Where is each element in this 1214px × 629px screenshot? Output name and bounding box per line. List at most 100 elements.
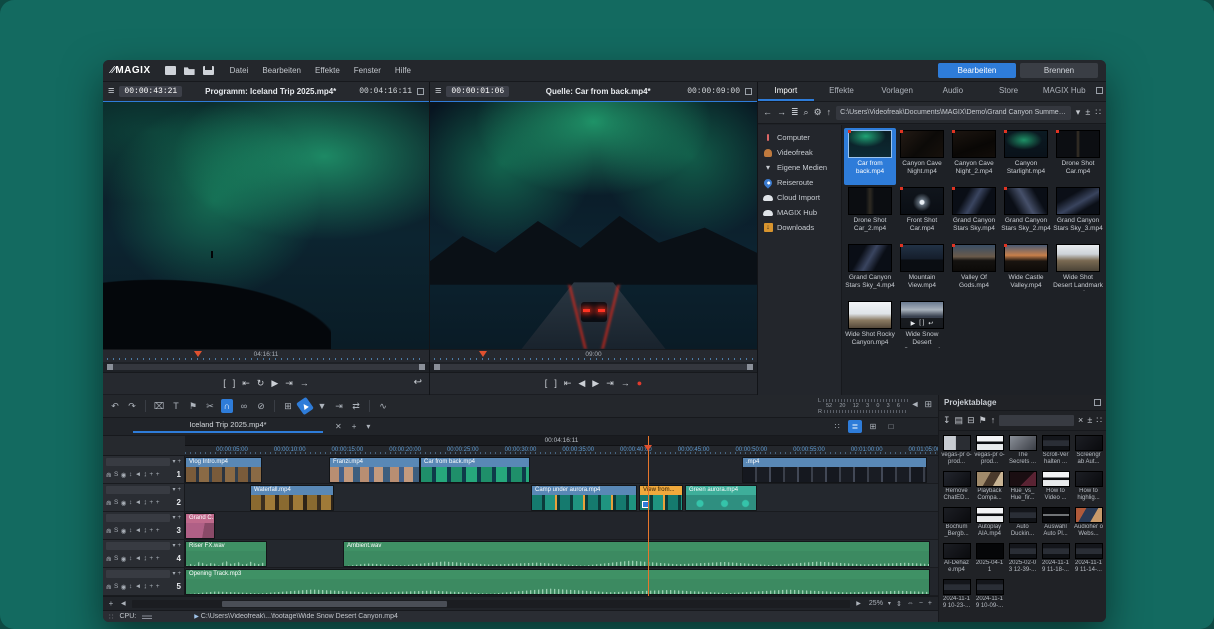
transition-icon[interactable]: ↕ bbox=[129, 527, 132, 534]
timeline-range-bar[interactable]: 00:04:16:11 bbox=[185, 436, 938, 446]
tab-effekte[interactable]: Effekte bbox=[814, 82, 870, 101]
set-marker-icon[interactable]: ⚑ bbox=[187, 399, 199, 413]
source-menu-icon[interactable]: ≡ bbox=[435, 86, 441, 97]
solo-icon[interactable]: S bbox=[114, 555, 118, 562]
title-editor-icon[interactable]: T bbox=[170, 399, 182, 413]
add-track-button[interactable]: + bbox=[103, 599, 119, 608]
visibility-icon[interactable]: ◉ bbox=[121, 583, 127, 591]
sidebar-item-eigene-medien[interactable]: ▾Eigene Medien bbox=[758, 160, 841, 175]
jump-start-icon[interactable]: ⇤ bbox=[564, 379, 572, 388]
tab-import[interactable]: Import bbox=[758, 82, 814, 101]
media-file[interactable]: Canyon Cave Night.mp4 bbox=[896, 128, 948, 185]
lock-icon[interactable]: ⋒ bbox=[106, 471, 111, 479]
track-add-icon[interactable]: + bbox=[177, 543, 181, 549]
sidebar-item-reiseroute[interactable]: Reiseroute bbox=[758, 175, 841, 190]
mute-icon[interactable]: ◄ bbox=[135, 499, 141, 506]
panel-detach-icon[interactable] bbox=[1096, 87, 1103, 94]
frame-forward-icon[interactable]: ⇥ bbox=[285, 379, 293, 388]
track-content[interactable]: Grand C... bbox=[185, 512, 938, 539]
folder-up-icon[interactable]: ↑ bbox=[827, 108, 832, 117]
timeline-clip[interactable]: Camp under aurora.mp4 bbox=[531, 485, 637, 511]
track-name-field[interactable] bbox=[106, 570, 170, 578]
sidebar-item-downloads[interactable]: ↓Downloads bbox=[758, 220, 841, 235]
track-header[interactable]: ▾+⋒S◉↕◄↨++3 bbox=[103, 512, 185, 539]
object-grabber-icon[interactable]: ⊞ bbox=[282, 399, 294, 413]
bin-item[interactable]: How to highlig... bbox=[1072, 469, 1105, 505]
track-header[interactable]: ▾+⋒S◉↕◄↨++4 bbox=[103, 540, 185, 567]
bin-item[interactable]: 2025-04-1 1 bbox=[973, 541, 1006, 577]
sidebar-item-magix-hub[interactable]: MAGIX Hub bbox=[758, 205, 841, 220]
scroll-left-icon[interactable]: ◀ bbox=[119, 600, 128, 607]
timeline-hscrollbar[interactable] bbox=[132, 600, 851, 608]
media-file[interactable]: Canyon Cave Night_2.mp4 bbox=[948, 128, 1000, 185]
track-add-icon[interactable]: + bbox=[177, 571, 181, 577]
visibility-icon[interactable]: ◉ bbox=[121, 555, 127, 563]
fx-icon[interactable]: + bbox=[156, 555, 160, 562]
loop-playback-icon[interactable]: ↻ bbox=[257, 379, 265, 388]
media-file[interactable]: Wide Shot Desert Landmark .mp4 bbox=[1052, 242, 1104, 299]
jump-end-icon[interactable]: → bbox=[621, 379, 630, 388]
group-icon[interactable]: ∞ bbox=[238, 399, 250, 413]
open-folder-icon[interactable]: ▤ bbox=[955, 416, 964, 425]
range-in-icon[interactable]: [ bbox=[545, 379, 548, 388]
mute-icon[interactable]: ◄ bbox=[135, 471, 141, 478]
fx-icon[interactable]: + bbox=[156, 471, 160, 478]
media-file[interactable]: Wide Shot Rocky Canyon.mp4 bbox=[844, 299, 896, 356]
track-content[interactable]: Waterfall.mp4Camp under aurora.mp4View f… bbox=[185, 484, 938, 511]
zoom-in-icon[interactable]: + bbox=[928, 600, 932, 608]
timeline-clip[interactable]: Waterfall.mp4 bbox=[250, 485, 334, 511]
keyframe-icon[interactable]: + bbox=[149, 527, 153, 534]
transition-icon[interactable]: ↕ bbox=[129, 499, 132, 506]
frame-forward-icon[interactable]: ⇥ bbox=[606, 379, 614, 388]
keyframe-icon[interactable]: + bbox=[149, 555, 153, 562]
bin-item[interactable]: Remove ChatED... bbox=[940, 469, 973, 505]
media-file[interactable]: Grand Canyon Stars Sky.mp4 bbox=[948, 185, 1000, 242]
bin-item[interactable]: 2024-11-1 9 11-18-... bbox=[1039, 541, 1072, 577]
snap-icon[interactable]: ∩ bbox=[221, 399, 233, 413]
range-out-icon[interactable]: ] bbox=[233, 379, 236, 388]
keyframe-icon[interactable]: + bbox=[149, 499, 153, 506]
import-icon[interactable]: ± bbox=[1087, 416, 1092, 425]
height-icon[interactable]: ↨ bbox=[144, 583, 147, 590]
bin-item[interactable]: vegas-pr o-prod... bbox=[973, 433, 1006, 469]
track-name-field[interactable] bbox=[106, 542, 170, 550]
fit-horizontal-icon[interactable]: ⇔ bbox=[907, 600, 914, 608]
bin-item[interactable]: How to Video ... bbox=[1039, 469, 1072, 505]
track-dropdown-icon[interactable]: ▾ bbox=[172, 459, 175, 465]
menu-fenster[interactable]: Fenster bbox=[354, 66, 381, 75]
mixer-icon[interactable]: ⊞ bbox=[924, 399, 932, 410]
media-file[interactable]: ▶[ ]↩Wide Snow Desert Canyon.mp4 bbox=[896, 299, 948, 356]
undo-icon[interactable]: ↶ bbox=[109, 399, 121, 413]
play-icon[interactable]: ▶ bbox=[271, 379, 278, 388]
zoom-out-icon[interactable]: − bbox=[919, 600, 923, 608]
jump-start-icon[interactable]: ⇤ bbox=[242, 379, 250, 388]
bin-item[interactable]: 2024-11-1 9 11-14-... bbox=[1072, 541, 1105, 577]
import-media-icon[interactable]: ± bbox=[1085, 108, 1090, 117]
bin-item[interactable]: Scroll-Ver halten ... bbox=[1039, 433, 1072, 469]
preview-control-icon[interactable]: ↩ bbox=[928, 320, 933, 327]
height-icon[interactable]: ↨ bbox=[144, 499, 147, 506]
bin-item[interactable]: Auto Duckin... bbox=[1006, 505, 1039, 541]
sidebar-item-videofreak[interactable]: Videofreak bbox=[758, 145, 841, 160]
play-icon[interactable]: ▶ bbox=[592, 379, 599, 388]
bin-item[interactable]: Auswahl Auto Pl... bbox=[1039, 505, 1072, 541]
mute-icon[interactable]: ◄ bbox=[135, 583, 141, 590]
zoom-level[interactable]: 25% bbox=[869, 600, 883, 607]
transition-icon[interactable]: ↕ bbox=[129, 471, 132, 478]
program-ruler[interactable]: 04:16:11 bbox=[103, 349, 429, 362]
media-file[interactable]: Grand Canyon Stars Sky_4.mp4 bbox=[844, 242, 896, 299]
timeline-clip[interactable]: Vlog Intro.mp4 bbox=[185, 457, 262, 483]
lock-icon[interactable]: ⋒ bbox=[106, 499, 111, 507]
close-tab-icon[interactable]: ✕ bbox=[335, 422, 342, 431]
transition-icon[interactable]: ↕ bbox=[129, 555, 132, 562]
mouse-mode-icon[interactable]: ▲ bbox=[296, 397, 314, 415]
fx-icon[interactable]: + bbox=[156, 583, 160, 590]
keyframe-icon[interactable]: + bbox=[149, 471, 153, 478]
track-dropdown-icon[interactable]: ▾ bbox=[172, 515, 175, 521]
nav-forward-icon[interactable]: → bbox=[777, 108, 786, 117]
timeline-clip[interactable]: Green aurora.mp4 bbox=[685, 485, 757, 511]
frame-back-icon[interactable]: ◀ bbox=[578, 379, 585, 388]
bin-item[interactable]: 2024-11-1 9 10-09-... bbox=[973, 577, 1006, 613]
track-content[interactable]: Vlog Intro.mp4Franzi.mp4Car from back.mp… bbox=[185, 456, 938, 483]
clear-search-icon[interactable]: × bbox=[1078, 416, 1083, 425]
